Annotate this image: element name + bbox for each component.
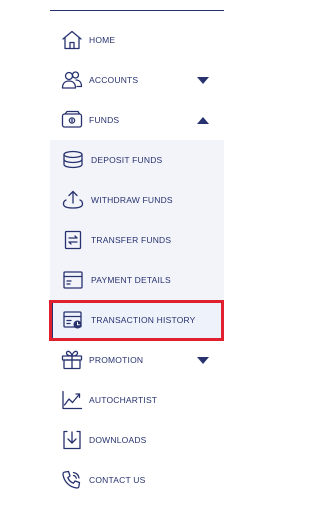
sidebar-item-payment-details[interactable]: PAYMENT DETAILS xyxy=(50,260,224,300)
sidebar-item-label: PAYMENT DETAILS xyxy=(91,275,171,285)
sidebar-item-funds[interactable]: FUNDS xyxy=(50,100,224,140)
sidebar-item-label: FUNDS xyxy=(89,115,120,125)
sidebar-item-label: TRANSFER FUNDS xyxy=(91,235,172,245)
sidebar-item-label: TRANSACTION HISTORY xyxy=(91,315,196,325)
sidebar-item-transfer-funds[interactable]: TRANSFER FUNDS xyxy=(50,220,224,260)
sidebar-nav: HOME ACCOUNTS FUNDS DEPOSIT FUNDS WITHDR… xyxy=(49,20,224,520)
transfer-icon xyxy=(64,230,82,250)
sidebar-item-transaction-history[interactable]: TRANSACTION HISTORY xyxy=(50,300,224,340)
home-icon xyxy=(62,30,82,50)
sidebar-item-autochartist[interactable]: AUTOCHARTIST xyxy=(50,380,224,420)
app-page: HOME ACCOUNTS FUNDS DEPOSIT FUNDS WITHDR… xyxy=(0,0,264,528)
sidebar-item-label: DOWNLOADS xyxy=(89,435,147,445)
sidebar-item-label: WITHDRAW FUNDS xyxy=(91,195,173,205)
card-icon xyxy=(63,271,83,289)
sidebar-item-home[interactable]: HOME xyxy=(50,20,224,60)
sidebar-item-accounts[interactable]: ACCOUNTS xyxy=(50,60,224,100)
sidebar-item-downloads[interactable]: DOWNLOADS xyxy=(50,420,224,460)
top-divider xyxy=(50,10,224,11)
users-icon xyxy=(61,71,83,89)
sidebar-item-label: AUTOCHARTIST xyxy=(89,395,158,405)
upload-tray-icon xyxy=(62,190,84,209)
sidebar-item-label: ACCOUNTS xyxy=(89,75,139,85)
wallet-icon xyxy=(61,110,83,128)
phone-icon xyxy=(62,470,81,489)
coin-stack-icon xyxy=(63,150,83,169)
sidebar-item-deposit-funds[interactable]: DEPOSIT FUNDS xyxy=(50,140,224,180)
sidebar-item-label: PROMOTION xyxy=(89,355,144,365)
history-icon xyxy=(63,311,82,329)
download-icon xyxy=(63,430,81,450)
chevron-down-icon[interactable] xyxy=(196,356,210,365)
chart-icon xyxy=(62,390,83,410)
sidebar-item-promotion[interactable]: PROMOTION xyxy=(50,340,224,380)
sidebar-item-label: CONTACT US xyxy=(89,475,146,485)
gift-icon xyxy=(61,350,83,370)
chevron-down-icon[interactable] xyxy=(196,76,210,85)
chevron-up-icon[interactable] xyxy=(196,116,210,125)
sidebar-item-label: HOME xyxy=(89,35,116,45)
sidebar-item-label: DEPOSIT FUNDS xyxy=(91,155,163,165)
sidebar-item-withdraw-funds[interactable]: WITHDRAW FUNDS xyxy=(50,180,224,220)
sidebar-item-contact-us[interactable]: CONTACT US xyxy=(50,460,224,500)
